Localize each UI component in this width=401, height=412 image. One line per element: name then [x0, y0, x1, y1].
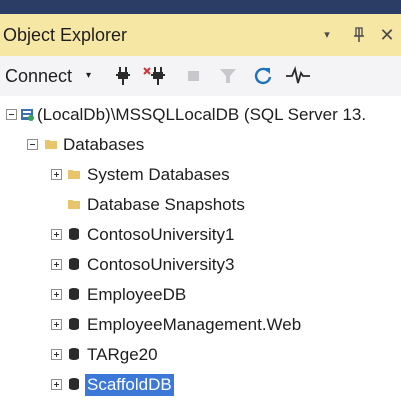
close-icon[interactable]: ✕ [377, 24, 397, 46]
tree-node-databases[interactable]: Databases [0, 134, 401, 160]
panel-title: Object Explorer [3, 25, 128, 45]
expand-icon[interactable] [51, 319, 62, 330]
connect-icon[interactable] [112, 65, 134, 87]
database-icon [67, 377, 81, 391]
stop-icon[interactable] [183, 65, 205, 87]
expand-icon[interactable] [51, 229, 62, 240]
folder-icon [44, 137, 58, 151]
tree-node-database-selected[interactable]: ScaffoldDB [0, 374, 401, 400]
database-icon [67, 257, 81, 271]
folder-icon [67, 167, 81, 181]
window-position-dropdown-icon[interactable]: ▾ [318, 24, 336, 46]
refresh-icon[interactable] [252, 65, 274, 87]
tree-node-label: System Databases [87, 165, 230, 184]
tree-node-server[interactable]: (LocalDb)\MSSQLLocalDB (SQL Server 13. [0, 104, 401, 130]
database-icon [67, 347, 81, 361]
activity-monitor-icon[interactable] [285, 65, 310, 87]
auto-hide-pin-icon[interactable] [350, 24, 368, 46]
database-icon [67, 227, 81, 241]
panel-title-bar: Object Explorer ▾ ✕ [0, 14, 401, 56]
tree-node-label: Databases [63, 135, 145, 154]
expand-icon[interactable] [51, 349, 62, 360]
expand-icon[interactable] [51, 169, 62, 180]
filter-icon[interactable] [217, 65, 239, 87]
database-icon [67, 287, 81, 301]
database-icon [67, 317, 81, 331]
expand-icon[interactable] [51, 289, 62, 300]
connect-dropdown-icon[interactable]: ▾ [86, 70, 91, 81]
tree-node-database[interactable]: EmployeeManagement.Web [0, 314, 401, 340]
tree-node-database[interactable]: EmployeeDB [0, 284, 401, 310]
folder-icon [67, 197, 81, 211]
tree-node-database[interactable]: ContosoUniversity3 [0, 254, 401, 280]
object-explorer-toolbar: Connect ▾ [0, 56, 401, 96]
tree-node-label: ScaffoldDB [85, 374, 174, 396]
expand-icon[interactable] [51, 259, 62, 270]
tree-node-system-databases[interactable]: System Databases [0, 164, 401, 190]
disconnect-icon[interactable] [143, 65, 165, 87]
object-explorer-tree: (LocalDb)\MSSQLLocalDB (SQL Server 13. D… [0, 96, 401, 412]
tree-node-label: EmployeeManagement.Web [87, 315, 302, 334]
collapse-icon[interactable] [27, 139, 38, 150]
tree-node-label: ContosoUniversity3 [87, 255, 235, 274]
server-icon [20, 107, 34, 121]
tree-node-label: EmployeeDB [87, 285, 187, 304]
window-top-edge [0, 0, 401, 14]
tree-node-label: TARge20 [87, 345, 158, 364]
tree-node-label: (LocalDb)\MSSQLLocalDB (SQL Server 13. [37, 105, 367, 124]
connect-button[interactable]: Connect [5, 65, 72, 87]
collapse-icon[interactable] [6, 109, 17, 120]
tree-node-database-snapshots[interactable]: Database Snapshots [0, 194, 401, 220]
expand-icon[interactable] [51, 379, 62, 390]
tree-node-label: Database Snapshots [87, 195, 245, 214]
tree-node-database[interactable]: ContosoUniversity1 [0, 224, 401, 250]
tree-node-database[interactable]: TARge20 [0, 344, 401, 370]
tree-node-label: ContosoUniversity1 [87, 225, 235, 244]
